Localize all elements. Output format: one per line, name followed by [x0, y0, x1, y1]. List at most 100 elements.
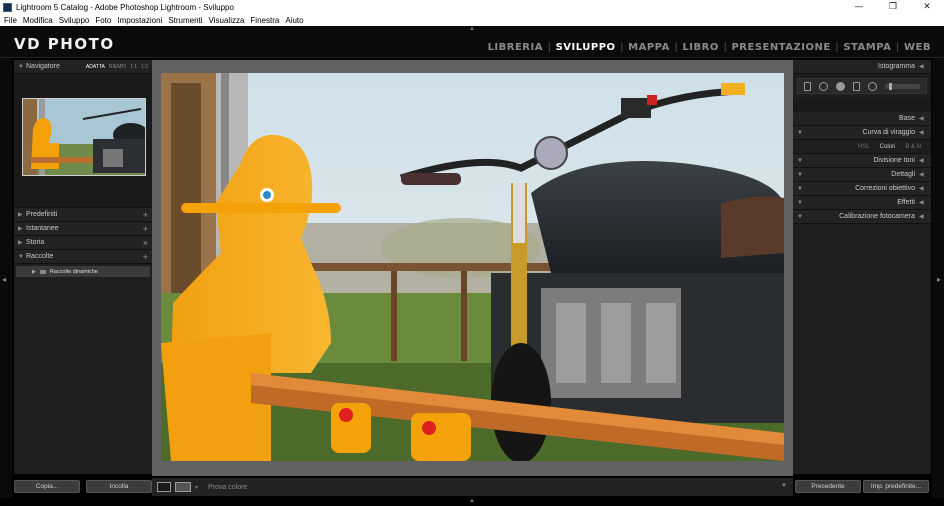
menu-impostazioni[interactable]: Impostazioni [117, 16, 162, 25]
adjustment-brush-slider[interactable] [885, 82, 920, 90]
radial-filter-icon[interactable] [868, 81, 877, 91]
section-title: Effetti [897, 199, 915, 206]
module-picker: LIBRERIA | SVILUPPO | MAPPA | LIBRO | PR… [483, 42, 936, 53]
main-photo[interactable] [161, 73, 784, 461]
soft-proofing-toggle[interactable]: Prova colore [208, 484, 247, 491]
thumbnail-image [23, 99, 145, 175]
panel-predefiniti[interactable]: ▶ Predefiniti + [14, 208, 152, 222]
spot-removal-icon[interactable] [819, 81, 828, 91]
panel-raccolte[interactable]: ▼ Raccolte + [14, 250, 152, 264]
module-stampa[interactable]: STAMPA [838, 42, 896, 53]
reset-defaults-button[interactable]: Imp. predefinite... [863, 480, 929, 493]
zoom-1-1[interactable]: 1:1 [130, 64, 137, 70]
window-controls: — ❐ ✕ [842, 0, 944, 14]
collapse-triangle-icon: ▶ [18, 226, 23, 232]
tab-bn[interactable]: B & N [905, 144, 921, 150]
menu-finestra[interactable]: Finestra [250, 16, 279, 25]
maximize-icon[interactable]: ❐ [876, 0, 910, 14]
section-title: Storia [26, 239, 45, 246]
tab-colori[interactable]: Colori [880, 144, 896, 150]
menu-visualizza[interactable]: Visualizza [209, 16, 245, 25]
identity-plate[interactable]: VD PHOTO [14, 35, 115, 53]
collapse-triangle-icon: ◀ [919, 116, 924, 122]
panel-switch-icon[interactable]: ▼ [797, 130, 805, 136]
copy-settings-button[interactable]: Copia... [14, 480, 80, 493]
add-collection-icon[interactable]: + [143, 252, 148, 262]
collapse-triangle-icon: ▶ [18, 240, 23, 246]
red-eye-icon[interactable] [836, 81, 845, 91]
image-canvas [152, 60, 793, 476]
histogram-header[interactable]: Istogramma ◀ [793, 60, 931, 74]
panel-camera-calibration[interactable]: ▼ Calibrazione fotocamera ◀ [793, 210, 931, 224]
filmstrip-toggle-icon[interactable]: ▲ [469, 498, 475, 504]
panel-lens-corrections[interactable]: ▼ Correzioni obiettivo ◀ [793, 182, 931, 196]
right-panel-toggle-icon[interactable]: ▸ [937, 275, 941, 284]
panel-switch-icon[interactable]: ▼ [797, 158, 805, 164]
minimize-icon[interactable]: — [842, 0, 876, 14]
zoom-fit[interactable]: ADATTA [86, 64, 105, 70]
section-title: Base [899, 115, 915, 122]
clear-history-icon[interactable]: × [143, 238, 148, 248]
expand-triangle-icon: ▼ [18, 253, 24, 260]
panel-effects[interactable]: ▼ Effetti ◀ [793, 196, 931, 210]
folder-icon [39, 269, 46, 274]
menu-bar: File Modifica Sviluppo Foto Impostazioni… [0, 14, 944, 26]
panel-switch-icon[interactable]: ▼ [797, 172, 805, 178]
panel-base[interactable]: Base ◀ [793, 112, 931, 126]
lightroom-app-icon [3, 2, 12, 12]
panel-detail[interactable]: ▼ Dettagli ◀ [793, 168, 931, 182]
navigator-header[interactable]: ▼ Navigatore ADATTA RIEMPI 1:1 1:2 [14, 60, 152, 74]
expand-triangle-icon: ▼ [18, 63, 24, 70]
collection-label: Raccolte dinamiche [49, 268, 98, 275]
top-panel-toggle-icon[interactable]: ▲ [469, 26, 475, 32]
before-after-icon[interactable] [175, 482, 191, 492]
menu-modifica[interactable]: Modifica [23, 16, 53, 25]
collection-set-smart[interactable]: ▶ Raccolte dinamiche [16, 266, 150, 277]
tab-hsl[interactable]: HSL [858, 144, 870, 150]
menu-file[interactable]: File [4, 16, 17, 25]
menu-foto[interactable]: Foto [95, 16, 111, 25]
panel-split-toning[interactable]: ▼ Divisione toni ◀ [793, 154, 931, 168]
navigator-preview [14, 74, 152, 208]
loupe-view-icon[interactable] [157, 482, 171, 492]
collapse-triangle-icon: ◀ [919, 200, 924, 206]
add-preset-icon[interactable]: + [143, 210, 148, 220]
collapse-triangle-icon: ◀ [919, 172, 924, 178]
section-title: Istantanee [26, 225, 59, 232]
graduated-filter-icon[interactable] [853, 81, 860, 91]
previous-button[interactable]: Precedente [795, 480, 861, 493]
toolbar-menu-icon[interactable]: ▼ [781, 483, 787, 489]
panel-switch-icon[interactable]: ▼ [797, 214, 805, 220]
histogram-title: Istogramma [878, 63, 915, 70]
panel-switch-icon[interactable]: ▼ [797, 186, 805, 192]
module-presentazione[interactable]: PRESENTAZIONE [726, 42, 835, 53]
module-sviluppo[interactable]: SVILUPPO [551, 42, 621, 53]
module-mappa[interactable]: MAPPA [623, 42, 675, 53]
module-libro[interactable]: LIBRO [677, 42, 723, 53]
menu-sviluppo[interactable]: Sviluppo [59, 16, 90, 25]
develop-toolbar: ▾ Prova colore ▼ [152, 478, 793, 496]
module-web[interactable]: WEB [899, 42, 936, 53]
module-libreria[interactable]: LIBRERIA [483, 42, 548, 53]
add-snapshot-icon[interactable]: + [143, 224, 148, 234]
close-icon[interactable]: ✕ [910, 0, 944, 14]
paste-settings-button[interactable]: Incolla [86, 480, 152, 493]
panel-storia[interactable]: ▶ Storia × [14, 236, 152, 250]
collapse-triangle-icon: ◀ [919, 64, 924, 70]
zoom-1-2[interactable]: 1:2 [141, 64, 148, 70]
hsl-tabs: HSL Colori B & N [793, 140, 931, 154]
panel-switch-icon[interactable]: ▼ [797, 200, 805, 206]
panel-istantanee[interactable]: ▶ Istantanee + [14, 222, 152, 236]
left-panel-toggle-icon[interactable]: ◂ [2, 275, 6, 284]
before-after-dropdown-icon[interactable]: ▾ [195, 484, 198, 491]
menu-aiuto[interactable]: Aiuto [285, 16, 303, 25]
crop-tool-icon[interactable] [804, 81, 811, 91]
window-titlebar: Lightroom 5 Catalog - Adobe Photoshop Li… [0, 0, 944, 14]
zoom-fill[interactable]: RIEMPI [109, 64, 126, 70]
collapse-triangle-icon: ◀ [919, 158, 924, 164]
section-title: Curva di viraggio [862, 129, 915, 136]
menu-strumenti[interactable]: Strumenti [168, 16, 202, 25]
navigator-thumbnail[interactable] [22, 98, 146, 176]
disclosure-triangle-icon[interactable]: ▶ [32, 269, 36, 275]
panel-tone-curve[interactable]: ▼ Curva di viraggio ◀ [793, 126, 931, 140]
